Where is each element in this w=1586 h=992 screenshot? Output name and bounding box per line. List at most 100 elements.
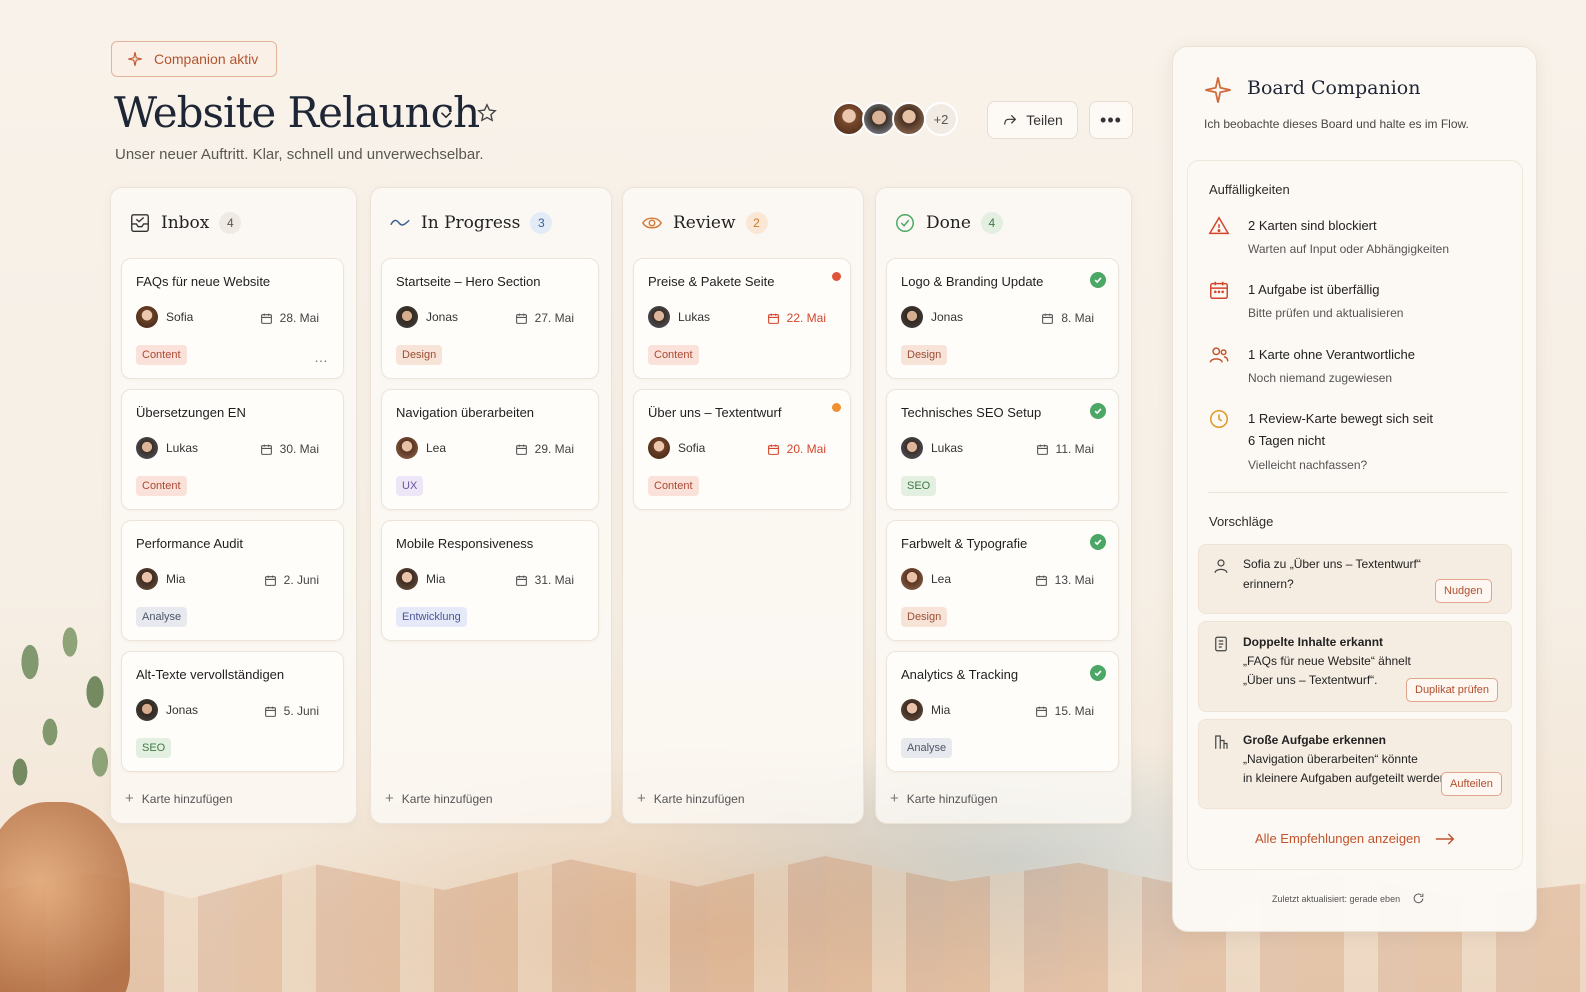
due-date-text: 31. Mai	[534, 573, 574, 587]
card-title: Technisches SEO Setup	[901, 405, 1042, 420]
task-card[interactable]: Technisches SEO Setup Lukas 11. Mai SEO	[886, 389, 1119, 510]
card-tag: SEO	[901, 476, 937, 496]
panel-title: Board Companion	[1247, 77, 1421, 99]
card-assignee: Lukas	[901, 437, 963, 459]
column-header[interactable]: In Progress 3	[389, 212, 553, 234]
calendar-icon	[515, 575, 527, 586]
done-check-icon	[1090, 534, 1106, 550]
card-title: Farbwelt & Typografie	[901, 536, 1028, 551]
add-card-button[interactable]: + Karte hinzufügen	[637, 790, 745, 807]
issue-title: 1 Karte ohne Verantwortliche	[1248, 347, 1415, 362]
task-card[interactable]: Startseite – Hero Section Jonas 27. Mai Des…	[381, 258, 599, 379]
eye-icon	[641, 217, 663, 229]
calendar-icon	[1035, 706, 1047, 717]
star-icon[interactable]	[476, 102, 498, 124]
due-date-text: 13. Mai	[1054, 573, 1094, 587]
inbox-icon	[131, 214, 149, 232]
checkmark-icon	[1094, 277, 1102, 284]
check-duplicate-button[interactable]: Duplikat prüfen	[1406, 678, 1498, 702]
calendar-icon	[1036, 444, 1048, 455]
companion-insights: Auffälligkeiten 2 Karten sind blockiert …	[1187, 160, 1523, 870]
companion-active-badge[interactable]: Companion aktiv	[111, 41, 277, 77]
task-card[interactable]: FAQs für neue Website Sofia 28. Mai Content…	[121, 258, 344, 379]
chevron-down-icon[interactable]	[437, 106, 455, 124]
issue-subtitle: Vielleicht nachfassen?	[1248, 458, 1368, 472]
issue-stalled-review[interactable]: 1 Review-Karte bewegt sich seit 6 Tagen …	[1208, 408, 1508, 478]
card-tag: UX	[396, 476, 424, 496]
user-icon	[1214, 559, 1228, 573]
split-task-icon	[1215, 735, 1228, 749]
show-all-recommendations-link[interactable]: Alle Empfehlungen anzeigen	[1255, 831, 1455, 846]
suggestion-nudge: Sofia zu „Über uns – Textentwurf“ erinne…	[1198, 544, 1512, 614]
avatar	[136, 699, 158, 721]
task-card[interactable]: Logo & Branding Update Jonas 8. Mai Design	[886, 258, 1119, 379]
column-title: Done	[926, 213, 971, 233]
column-header[interactable]: Done 4	[894, 212, 1003, 234]
column-title: In Progress	[421, 213, 521, 233]
issue-overdue[interactable]: 1 Aufgabe ist überfällig Bitte prüfen un…	[1208, 279, 1508, 323]
due-date-text: 22. Mai	[786, 311, 826, 325]
avatar	[901, 306, 923, 328]
task-card[interactable]: Analytics & Tracking Mia 15. Mai Analyse	[886, 651, 1119, 772]
task-card[interactable]: Farbwelt & Typografie Lea 13. Mai Design	[886, 520, 1119, 641]
issue-title: 2 Karten sind blockiert	[1248, 218, 1377, 233]
suggestion-title: Große Aufgabe erkennen	[1243, 733, 1386, 747]
add-card-button[interactable]: + Karte hinzufügen	[125, 790, 233, 807]
card-title: Preise & Pakete Seite	[648, 274, 775, 289]
card-assignee: Lea	[901, 568, 951, 590]
card-assignee: Sofia	[136, 306, 193, 328]
nudge-button[interactable]: Nudgen	[1435, 579, 1492, 603]
task-card[interactable]: Navigation überarbeiten Lea 29. Mai UX	[381, 389, 599, 510]
due-date-text: 20. Mai	[786, 442, 826, 456]
sparkle-icon	[1205, 77, 1231, 103]
refresh-icon[interactable]	[1412, 892, 1425, 905]
card-assignee: Mia	[396, 568, 445, 590]
calendar-icon	[767, 313, 779, 324]
column-header[interactable]: Review 2	[641, 212, 768, 234]
issue-blocked[interactable]: 2 Karten sind blockiert Warten auf Input…	[1208, 215, 1508, 259]
task-card[interactable]: Alt-Texte vervollständigen Jonas 5. Juni SE…	[121, 651, 344, 772]
due-date-text: 8. Mai	[1061, 311, 1094, 325]
column-title: Review	[673, 213, 736, 233]
task-card[interactable]: Preise & Pakete Seite Lukas 22. Mai Content	[633, 258, 851, 379]
done-check-icon	[1090, 272, 1106, 288]
calendar-icon	[515, 313, 527, 324]
more-options-button[interactable]: •••	[1089, 101, 1133, 139]
due-date-text: 11. Mai	[1055, 442, 1094, 456]
card-count-badge: 2	[745, 212, 768, 234]
more-members-count[interactable]: +2	[924, 102, 958, 136]
last-updated: Zuletzt aktualisiert: gerade eben	[1272, 892, 1425, 905]
card-menu-icon[interactable]: …	[314, 349, 329, 365]
task-card[interactable]: Übersetzungen EN Lukas 30. Mai Content	[121, 389, 344, 510]
column-header[interactable]: Inbox 4	[129, 212, 242, 234]
card-tag: Analyse	[901, 738, 953, 758]
task-card[interactable]: Mobile Responsiveness Mia 31. Mai Entwicklu…	[381, 520, 599, 641]
calendar-icon	[1210, 281, 1228, 299]
panel-subtitle: Ich beobachte dieses Board und halte es …	[1204, 117, 1469, 131]
task-card[interactable]: Über uns – Textentwurf Sofia 20. Mai Conten…	[633, 389, 851, 510]
issue-unassigned[interactable]: 1 Karte ohne Verantwortliche Noch nieman…	[1208, 344, 1508, 388]
column-inbox: Inbox 4 FAQs für neue Website Sofia 28. Mai C…	[110, 187, 357, 824]
calendar-icon	[767, 444, 779, 455]
add-card-button[interactable]: + Karte hinzufügen	[890, 790, 998, 807]
add-card-button[interactable]: + Karte hinzufügen	[385, 790, 493, 807]
checkmark-icon	[1094, 408, 1102, 415]
avatar	[901, 437, 923, 459]
divider	[1208, 492, 1508, 493]
companion-badge-label: Companion aktiv	[154, 51, 259, 67]
column-title: Inbox	[161, 213, 210, 233]
arrow-right-icon	[1435, 832, 1454, 845]
share-button[interactable]: Teilen	[987, 101, 1078, 139]
member-avatars[interactable]: +2	[832, 102, 958, 136]
share-icon	[1004, 114, 1017, 125]
issue-title: 1 Review-Karte bewegt sich seit 6 Tagen …	[1248, 411, 1433, 448]
card-title: Performance Audit	[136, 536, 243, 551]
assignee-name: Jonas	[931, 310, 964, 324]
card-assignee: Lukas	[136, 437, 198, 459]
split-task-button[interactable]: Aufteilen	[1441, 772, 1502, 796]
card-due-date: 29. Mai	[515, 442, 574, 456]
issue-subtitle: Noch niemand zugewiesen	[1248, 371, 1393, 385]
card-due-date: 5. Juni	[264, 704, 319, 718]
task-card[interactable]: Performance Audit Mia 2. Juni Analyse	[121, 520, 344, 641]
activity-wave-icon	[390, 219, 410, 226]
